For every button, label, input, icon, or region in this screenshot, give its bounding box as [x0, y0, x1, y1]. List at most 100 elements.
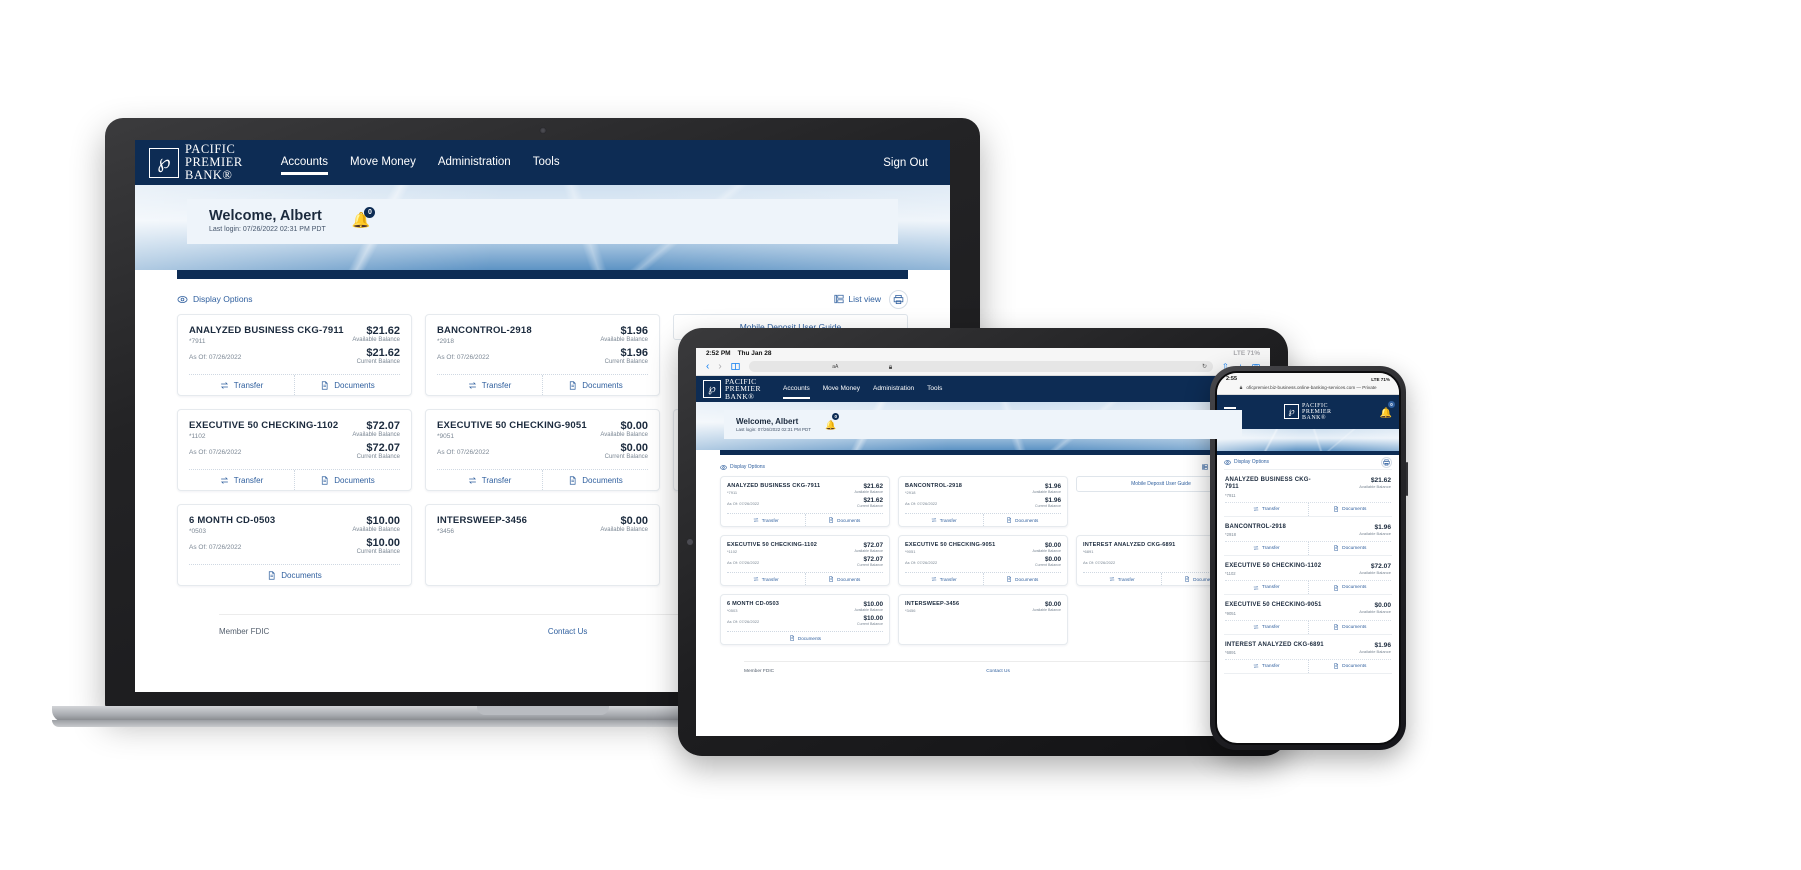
tablet-address-bar[interactable]: aA ↻	[748, 361, 1214, 372]
documents-button[interactable]: Documents	[727, 632, 883, 644]
transfer-button[interactable]: Transfer	[1225, 581, 1308, 594]
documents-button[interactable]: Documents	[542, 470, 648, 490]
documents-button[interactable]: Documents	[542, 375, 648, 395]
book-icon[interactable]	[731, 362, 740, 371]
display-options-button[interactable]: Display Options	[720, 464, 765, 471]
transfer-button[interactable]: Transfer	[727, 573, 805, 585]
documents-button[interactable]: Documents	[294, 375, 400, 395]
display-options-button[interactable]: Display Options	[177, 294, 253, 305]
nav-item-move-money[interactable]: Move Money	[823, 385, 860, 392]
print-icon	[893, 294, 904, 304]
page-footer: Member FDIC Contact Us	[744, 661, 1222, 681]
transfer-button[interactable]: Transfer	[1083, 573, 1161, 585]
transfer-button[interactable]: Transfer	[1225, 621, 1308, 634]
eye-icon	[1224, 459, 1231, 465]
documents-button[interactable]: Documents	[1307, 581, 1392, 595]
account-card[interactable]: 6 MONTH CD-0503 *0503 $10.00 Available Bala…	[177, 504, 412, 586]
as-of-date: As Of: 07/26/2022	[1083, 560, 1116, 565]
documents-button[interactable]: Documents	[1307, 541, 1392, 555]
phone-screen: 2:55 LTE 71% oficpremier.biz-business.on…	[1215, 371, 1401, 745]
account-name: EXECUTIVE 50 CHECKING-1102	[189, 420, 339, 431]
document-icon	[1334, 624, 1339, 630]
transfer-button[interactable]: Transfer	[1225, 503, 1308, 516]
account-card[interactable]: EXECUTIVE 50 CHECKING-9051 *9051 $0.00 Avai…	[1224, 595, 1392, 635]
accounts-grid: ANALYZED BUSINESS CKG-7911 *7911 $21.62 Ava…	[1224, 470, 1392, 674]
transfer-button[interactable]: Transfer	[437, 375, 542, 395]
page-title: Welcome, Albert	[209, 208, 322, 224]
print-button[interactable]	[1381, 456, 1392, 468]
lock-icon	[889, 364, 892, 369]
account-card[interactable]: EXECUTIVE 50 CHECKING-9051 *9051 $0.00 Avai…	[898, 535, 1068, 586]
account-card[interactable]: EXECUTIVE 50 CHECKING-9051 *9051 $0.00 Avai…	[425, 409, 660, 491]
transfer-button[interactable]: Transfer	[1225, 542, 1308, 555]
account-card[interactable]: BANCONTROL-2918 *2918 $1.96 Available Balan…	[425, 314, 660, 396]
documents-button[interactable]: Documents	[982, 573, 1062, 585]
reload-icon[interactable]: ↻	[1202, 363, 1207, 370]
account-card[interactable]: INTEREST ANALYZED CKG-6891*6891 $1.96Avai…	[1224, 634, 1392, 674]
account-card[interactable]: ANALYZED BUSINESS CKG-7911 *7911 $21.62 Ava…	[1224, 470, 1392, 517]
notifications-button[interactable]: 🔔 0	[352, 207, 376, 230]
transfer-button[interactable]: Transfer	[1225, 660, 1308, 673]
nav-item-accounts[interactable]: Accounts	[783, 385, 810, 399]
notifications-button[interactable]: 🔔 0	[825, 413, 840, 433]
nav-item-tools[interactable]: Tools	[927, 385, 942, 392]
account-number-mask: *6891	[1083, 549, 1094, 554]
back-icon[interactable]: ‹	[706, 361, 709, 372]
notifications-button[interactable]: 🔔 0	[1380, 401, 1395, 421]
brand-logo[interactable]: ℘ PACIFIC PREMIER BANK®	[703, 377, 761, 401]
sign-out-link[interactable]: Sign Out	[883, 157, 928, 169]
transfer-button[interactable]: Transfer	[727, 514, 805, 526]
account-card[interactable]: BANCONTROL-2918 *2918 $1.96 Available Balan…	[1224, 516, 1392, 556]
transfer-button[interactable]: Transfer	[189, 375, 294, 395]
text-size-icon[interactable]: aA	[832, 364, 838, 370]
phone-power-button[interactable]	[1406, 462, 1408, 496]
account-card[interactable]: EXECUTIVE 50 CHECKING-1102 *1102 $72.07 Ava…	[177, 409, 412, 491]
list-view-toggle[interactable]: List view	[834, 294, 881, 304]
available-balance-amount: $0.00	[620, 420, 648, 432]
list-icon	[1202, 464, 1208, 470]
transfer-button[interactable]: Transfer	[905, 514, 983, 526]
nav-item-administration[interactable]: Administration	[438, 156, 511, 168]
documents-button[interactable]: Documents	[1307, 502, 1392, 516]
document-icon	[790, 635, 794, 641]
contact-us-link[interactable]: Contact Us	[548, 627, 588, 636]
account-card[interactable]: ANALYZED BUSINESS CKG-7911 *7911 $21.62 Ava…	[720, 476, 890, 527]
transfer-button[interactable]: Transfer	[905, 573, 983, 585]
welcome-card: Welcome, Albert Last login: 07/26/2022 0…	[187, 199, 898, 244]
account-card[interactable]: EXECUTIVE 50 CHECKING-1102 *1102 $72.07 Ava…	[1224, 555, 1392, 596]
nav-item-tools[interactable]: Tools	[533, 156, 560, 168]
brand-logo[interactable]: ℘ PACIFIC PREMIER BANK®	[149, 143, 243, 181]
account-card[interactable]: ANALYZED BUSINESS CKG-7911 *7911 $21.62 Ava…	[177, 314, 412, 396]
page-title: Welcome, Albert	[736, 416, 799, 426]
documents-button[interactable]: Documents	[189, 565, 400, 585]
transfer-button[interactable]: Transfer	[189, 470, 294, 490]
account-name: INTEREST ANALYZED CKG-6891	[1083, 542, 1176, 548]
documents-button[interactable]: Documents	[804, 573, 884, 585]
display-options-button[interactable]: Display Options	[1224, 459, 1269, 466]
nav-item-move-money[interactable]: Move Money	[350, 156, 416, 168]
documents-button[interactable]: Documents	[1307, 620, 1392, 634]
account-card[interactable]: BANCONTROL-2918 *2918 $1.96 Available Balan…	[898, 476, 1068, 527]
phone-clock: 2:55	[1226, 376, 1238, 382]
forward-icon[interactable]: ›	[718, 361, 721, 372]
list-view-label: List view	[848, 294, 881, 304]
documents-label: Documents	[837, 576, 861, 582]
nav-item-administration[interactable]: Administration	[873, 385, 914, 392]
contact-us-link[interactable]: Contact Us	[986, 669, 1010, 674]
documents-button[interactable]: Documents	[982, 514, 1062, 526]
transfer-button[interactable]: Transfer	[437, 470, 542, 490]
current-balance-amount: $21.62	[366, 347, 400, 359]
account-card[interactable]: EXECUTIVE 50 CHECKING-1102 *1102 $72.07 Ava…	[720, 535, 890, 586]
account-card[interactable]: 6 MONTH CD-0503 *0503 $10.00 Available Bala…	[720, 594, 890, 645]
documents-button[interactable]: Documents	[804, 514, 884, 526]
available-balance-amount: $21.62	[366, 325, 400, 337]
nav-item-accounts[interactable]: Accounts	[280, 156, 329, 175]
documents-button[interactable]: Documents	[294, 470, 400, 490]
account-card[interactable]: INTERSWEEP-3456 *3456 $0.00 Available Balan…	[898, 594, 1068, 645]
account-card[interactable]: INTERSWEEP-3456 *3456 $0.00 Available Balan…	[425, 504, 660, 586]
brand-logo[interactable]: ℘ PACIFIC PREMIER BANK®	[1284, 403, 1332, 421]
current-balance-label: Current Balance	[604, 454, 648, 460]
phone-address-bar[interactable]: oficpremier.biz-business.online-banking-…	[1217, 383, 1399, 395]
documents-button[interactable]: Documents	[1307, 659, 1392, 673]
print-button[interactable]	[889, 289, 908, 309]
